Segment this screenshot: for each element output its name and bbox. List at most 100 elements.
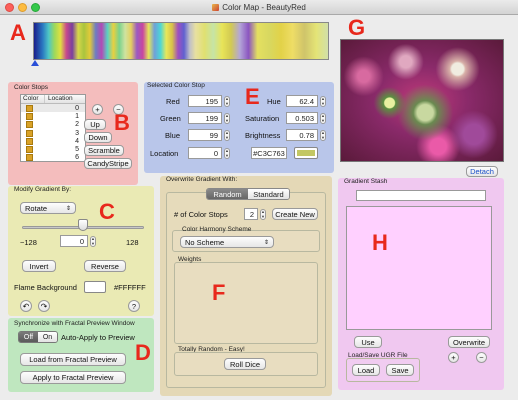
apply-to-preview-button[interactable]: Apply to Fractal Preview: [20, 371, 126, 384]
weights-group: [174, 262, 318, 344]
saturation-stepper[interactable]: ▲ ▼: [320, 113, 326, 124]
saturation-label: Saturation: [245, 114, 280, 123]
table-row[interactable]: 0: [21, 104, 85, 113]
stop-location-value: 6: [75, 154, 79, 162]
weights-label: Weights: [178, 256, 202, 263]
stash-list[interactable]: [346, 206, 492, 330]
help-button[interactable]: ?: [128, 300, 140, 312]
location-field[interactable]: 0: [188, 147, 222, 159]
stop-color-swatch: [26, 112, 33, 120]
color-stop-marker[interactable]: [31, 60, 39, 66]
stop-location-value: 4: [75, 137, 79, 145]
synchronize-title: Synchronize with Fractal Preview Window: [14, 320, 135, 327]
blue-stepper[interactable]: ▲ ▼: [224, 130, 230, 141]
stop-color-swatch: [26, 104, 33, 112]
sync-off-option[interactable]: Off: [19, 332, 38, 342]
tab-standard[interactable]: Standard: [248, 189, 289, 199]
stop-location-value: 5: [75, 146, 79, 154]
roll-dice-button[interactable]: Roll Dice: [224, 358, 266, 370]
reverse-button[interactable]: Reverse: [84, 260, 126, 272]
tab-random[interactable]: Random: [207, 189, 248, 199]
detach-button[interactable]: Detach: [466, 166, 498, 177]
undo-icon[interactable]: ↶: [20, 300, 32, 312]
blue-label: Blue: [165, 131, 181, 140]
minimize-window-button[interactable]: [18, 3, 27, 12]
green-field[interactable]: 199: [188, 112, 222, 124]
overwrite-tabs[interactable]: Random Standard: [206, 188, 290, 200]
use-button[interactable]: Use: [354, 336, 382, 348]
harmony-label: Color Harmony Scheme: [182, 226, 252, 233]
move-down-button[interactable]: Down: [84, 132, 112, 143]
label-g: G: [348, 15, 366, 40]
sync-toggle[interactable]: Off On: [18, 331, 58, 343]
stop-location-value: 1: [75, 112, 79, 120]
chevron-updown-icon: ⇕: [65, 205, 71, 212]
stash-remove-button[interactable]: −: [476, 352, 487, 363]
slider-min-label: −128: [20, 238, 37, 247]
stop-color-swatch: [26, 154, 33, 162]
stash-add-button[interactable]: +: [448, 352, 459, 363]
modify-slider-knob[interactable]: [78, 219, 88, 231]
stash-search-field[interactable]: [356, 190, 486, 201]
stash-overwrite-button[interactable]: Overwrite: [448, 336, 490, 348]
modify-mode-value: Rotate: [25, 203, 48, 213]
blue-field[interactable]: 99: [188, 129, 222, 141]
hue-field[interactable]: 62.4: [286, 95, 318, 107]
move-up-button[interactable]: Up: [84, 119, 106, 130]
table-row[interactable]: 5: [21, 145, 85, 154]
close-window-button[interactable]: [5, 3, 14, 12]
table-row[interactable]: 2: [21, 121, 85, 129]
color-well-swatch: [297, 150, 315, 156]
zoom-window-button[interactable]: [31, 3, 40, 12]
gradient-stash-panel: Gradient Stash H Use Overwrite Load/Save…: [338, 178, 504, 390]
harmony-scheme-value: No Scheme: [185, 237, 225, 247]
red-field[interactable]: 195: [188, 95, 222, 107]
hue-stepper[interactable]: ▲ ▼: [320, 96, 326, 107]
load-ugr-button[interactable]: Load: [352, 364, 380, 376]
scramble-button[interactable]: Scramble: [84, 145, 124, 156]
label-f: F: [212, 280, 226, 305]
auto-apply-label: Auto-Apply to Preview: [61, 333, 135, 342]
red-label: Red: [166, 97, 180, 106]
color-well[interactable]: [294, 147, 318, 159]
table-row[interactable]: 6: [21, 154, 85, 162]
modify-value-stepper[interactable]: ▲ ▼: [90, 236, 96, 247]
color-stops-table[interactable]: Color Location 0123456: [20, 94, 86, 162]
overwrite-gradient-panel: Overwrite Gradient With: Random Standard…: [160, 176, 332, 396]
location-stepper[interactable]: ▲ ▼: [224, 148, 230, 159]
harmony-scheme-select[interactable]: No Scheme ⇕: [180, 236, 274, 248]
num-stops-field[interactable]: 2: [244, 208, 258, 220]
hex-color-field[interactable]: #C3C763: [251, 147, 287, 159]
window-controls: [5, 3, 40, 12]
sync-on-option[interactable]: On: [38, 332, 57, 342]
table-row[interactable]: 4: [21, 137, 85, 145]
column-header-location[interactable]: Location: [45, 95, 73, 103]
stop-color-swatch: [26, 137, 33, 145]
modify-mode-select[interactable]: Rotate ⇕: [20, 202, 76, 214]
load-from-preview-button[interactable]: Load from Fractal Preview: [20, 353, 126, 366]
flame-background-well[interactable]: [84, 281, 106, 293]
brightness-stepper[interactable]: ▲ ▼: [320, 130, 326, 141]
create-new-button[interactable]: Create New: [272, 208, 318, 220]
redo-icon[interactable]: ↷: [38, 300, 50, 312]
gradient-stash-title: Gradient Stash: [344, 178, 388, 185]
brightness-field[interactable]: 0.78: [286, 129, 318, 141]
table-row[interactable]: 1: [21, 112, 85, 120]
invert-button[interactable]: Invert: [22, 260, 56, 272]
slider-max-label: 128: [126, 238, 139, 247]
selected-stop-title: Selected Color Stop: [147, 82, 205, 89]
red-stepper[interactable]: ▲ ▼: [224, 96, 230, 107]
green-stepper[interactable]: ▲ ▼: [224, 113, 230, 124]
stop-location-value: 3: [75, 129, 79, 137]
overwrite-title: Overwrite Gradient With:: [166, 176, 238, 183]
gradient-bar[interactable]: [33, 22, 329, 60]
add-stop-button[interactable]: +: [92, 104, 103, 115]
column-header-color[interactable]: Color: [21, 95, 45, 103]
candystripe-button[interactable]: CandyStripe: [84, 158, 132, 169]
save-ugr-button[interactable]: Save: [386, 364, 414, 376]
num-stops-stepper[interactable]: ▲ ▼: [260, 209, 266, 220]
modify-value-field[interactable]: 0: [60, 235, 88, 247]
saturation-field[interactable]: 0.503: [286, 112, 318, 124]
table-row[interactable]: 3: [21, 129, 85, 137]
synchronize-panel: Synchronize with Fractal Preview Window …: [8, 318, 154, 392]
